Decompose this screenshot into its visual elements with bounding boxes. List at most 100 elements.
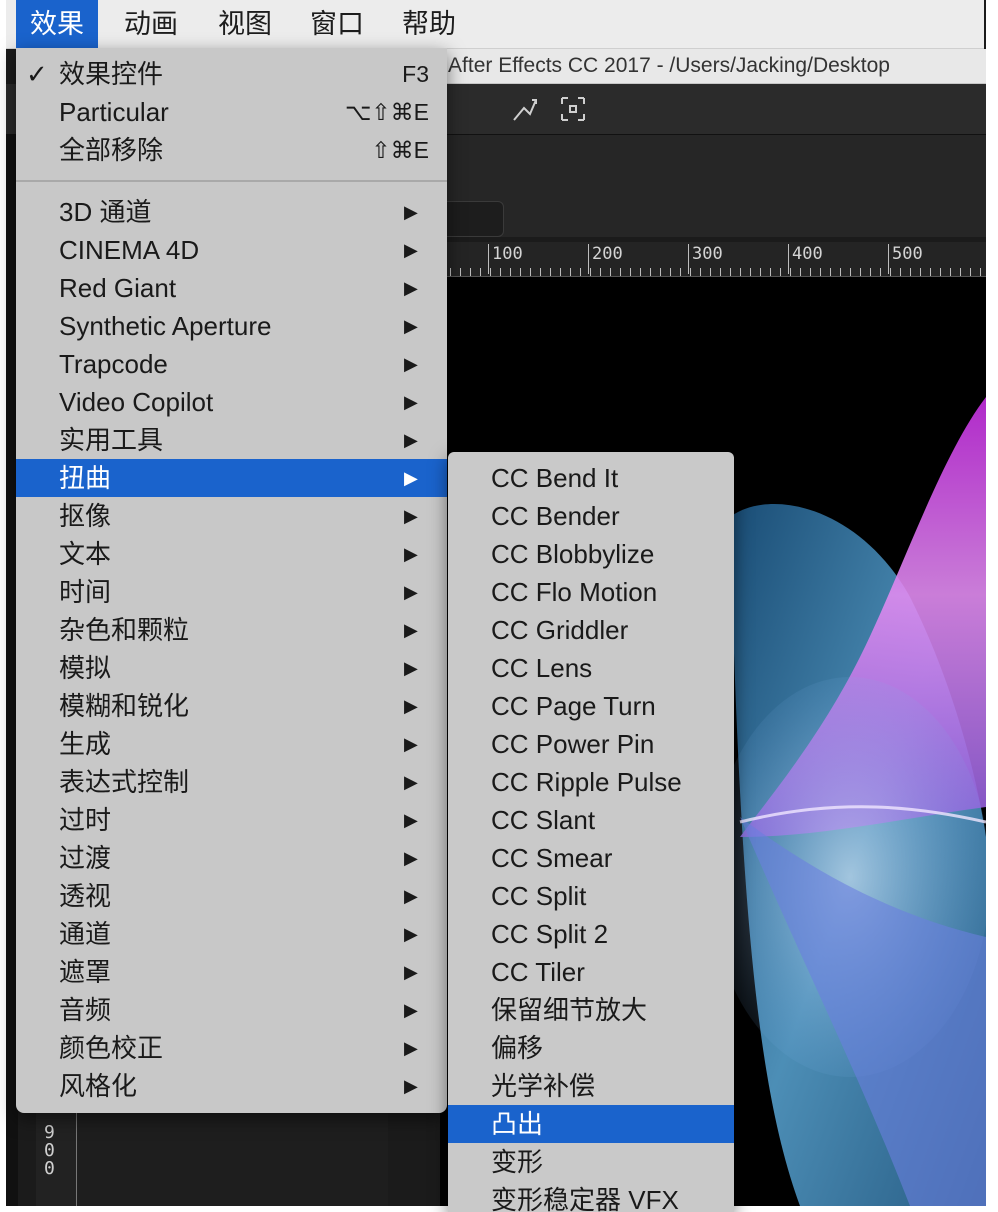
submenu-item-label: CC Smear bbox=[491, 843, 613, 873]
menu-item-label: CINEMA 4D bbox=[59, 235, 200, 265]
menu-item-label: 时间 bbox=[59, 577, 112, 607]
menu-label: 动画 bbox=[124, 9, 178, 39]
menu-item-label: 通道 bbox=[59, 919, 112, 949]
menu-item-label: 音频 bbox=[59, 995, 112, 1025]
submenu-arrow-icon: ▶ bbox=[404, 316, 418, 336]
menu-item-category[interactable]: 过渡 ▶ bbox=[16, 839, 447, 877]
menu-item-label: 过渡 bbox=[59, 843, 112, 873]
menu-label: 视图 bbox=[218, 9, 272, 39]
submenu-item[interactable]: CC Split 2 bbox=[448, 915, 734, 953]
submenu-arrow-icon: ▶ bbox=[404, 1076, 418, 1096]
menu-item-category[interactable]: 遮罩 ▶ bbox=[16, 953, 447, 991]
menu-item-category[interactable]: Video Copilot ▶ bbox=[16, 383, 447, 421]
menu-item-label: 杂色和颗粒 bbox=[59, 615, 190, 645]
submenu-arrow-icon: ▶ bbox=[404, 202, 418, 222]
menu-item-category[interactable]: Trapcode ▶ bbox=[16, 345, 447, 383]
menu-item-category[interactable]: 表达式控制 ▶ bbox=[16, 763, 447, 801]
menu-item-category[interactable]: Red Giant ▶ bbox=[16, 269, 447, 307]
menu-item-effect-controls[interactable]: ✓ 效果控件 F3 bbox=[16, 55, 447, 93]
submenu-item[interactable]: CC Smear bbox=[448, 839, 734, 877]
submenu-arrow-icon: ▶ bbox=[404, 924, 418, 944]
menu-item-label: Trapcode bbox=[59, 349, 168, 379]
submenu-item[interactable]: 偏移 bbox=[448, 1029, 734, 1067]
submenu-item-label: 光学补偿 bbox=[491, 1071, 596, 1101]
menu-effects[interactable]: 效果 bbox=[16, 0, 98, 48]
menu-item-label: 表达式控制 bbox=[59, 767, 190, 797]
pin-tool-icon[interactable] bbox=[510, 94, 540, 131]
submenu-item-label: CC Bend It bbox=[491, 463, 619, 493]
submenu-item[interactable]: CC Slant bbox=[448, 801, 734, 839]
menu-item-category[interactable]: 时间 ▶ bbox=[16, 573, 447, 611]
submenu-item[interactable]: CC Ripple Pulse bbox=[448, 763, 734, 801]
submenu-item[interactable]: 变形 bbox=[448, 1143, 734, 1181]
menu-animation[interactable]: 动画 bbox=[110, 0, 192, 48]
submenu-item[interactable]: CC Flo Motion bbox=[448, 573, 734, 611]
submenu-item[interactable]: 光学补偿 bbox=[448, 1067, 734, 1105]
menu-help[interactable]: 帮助 bbox=[388, 0, 470, 48]
menu-item-category[interactable]: 透视 ▶ bbox=[16, 877, 447, 915]
menu-item-category[interactable]: 通道 ▶ bbox=[16, 915, 447, 953]
submenu-item-bulge[interactable]: 凸出 bbox=[448, 1105, 734, 1143]
submenu-item-label: CC Blobbylize bbox=[491, 539, 655, 569]
menu-item-label: 生成 bbox=[59, 729, 112, 759]
menu-bar: 效果 动画 视图 窗口 帮助 bbox=[6, 0, 984, 49]
menu-item-category[interactable]: 音频 ▶ bbox=[16, 991, 447, 1029]
submenu-item[interactable]: 变形稳定器 VFX bbox=[448, 1181, 734, 1212]
snap-icon[interactable] bbox=[558, 94, 588, 131]
submenu-arrow-icon: ▶ bbox=[404, 506, 418, 526]
submenu-item[interactable]: CC Power Pin bbox=[448, 725, 734, 763]
menu-item-category[interactable]: 文本 ▶ bbox=[16, 535, 447, 573]
menu-item-category[interactable]: 风格化 ▶ bbox=[16, 1067, 447, 1105]
submenu-item[interactable]: CC Split bbox=[448, 877, 734, 915]
submenu-item[interactable]: CC Tiler bbox=[448, 953, 734, 991]
submenu-item[interactable]: CC Griddler bbox=[448, 611, 734, 649]
submenu-item[interactable]: CC Bender bbox=[448, 497, 734, 535]
submenu-item[interactable]: 保留细节放大 bbox=[448, 991, 734, 1029]
menu-item-category[interactable]: 生成 ▶ bbox=[16, 725, 447, 763]
menu-item-category[interactable]: 颜色校正 ▶ bbox=[16, 1029, 447, 1067]
effects-menu: ✓ 效果控件 F3 Particular ⌥⇧⌘E 全部移除 ⇧⌘E 3D 通道… bbox=[16, 48, 447, 1113]
menu-label: 窗口 bbox=[310, 9, 364, 39]
submenu-item[interactable]: CC Lens bbox=[448, 649, 734, 687]
menu-item-label: Red Giant bbox=[59, 273, 177, 303]
menu-label: 帮助 bbox=[402, 9, 456, 39]
submenu-arrow-icon: ▶ bbox=[404, 430, 418, 450]
submenu-arrow-icon: ▶ bbox=[404, 962, 418, 982]
menu-item-label: 风格化 bbox=[59, 1071, 138, 1101]
submenu-arrow-icon: ▶ bbox=[404, 240, 418, 260]
submenu-arrow-icon: ▶ bbox=[404, 278, 418, 298]
menu-item-label: 透视 bbox=[59, 881, 112, 911]
menu-item-category[interactable]: CINEMA 4D ▶ bbox=[16, 231, 447, 269]
submenu-item[interactable]: CC Page Turn bbox=[448, 687, 734, 725]
submenu-item-label: 保留细节放大 bbox=[491, 995, 648, 1025]
submenu-item-label: CC Griddler bbox=[491, 615, 629, 645]
menu-item-label: Synthetic Aperture bbox=[59, 311, 272, 341]
menu-item-distort[interactable]: 扭曲 ▶ bbox=[16, 459, 447, 497]
submenu-arrow-icon: ▶ bbox=[404, 468, 418, 488]
menu-item-category[interactable]: 杂色和颗粒 ▶ bbox=[16, 611, 447, 649]
vertical-ruler: 900 bbox=[36, 1112, 77, 1206]
submenu-item-label: CC Lens bbox=[491, 653, 593, 683]
menu-item-remove-all[interactable]: 全部移除 ⇧⌘E bbox=[16, 131, 447, 169]
vertical-ruler-label: 900 bbox=[44, 1122, 55, 1179]
menu-item-category[interactable]: 3D 通道 ▶ bbox=[16, 193, 447, 231]
menu-item-category[interactable]: 模糊和锐化 ▶ bbox=[16, 687, 447, 725]
submenu-arrow-icon: ▶ bbox=[404, 772, 418, 792]
menu-item-particular[interactable]: Particular ⌥⇧⌘E bbox=[16, 93, 447, 131]
menu-item-category[interactable]: Synthetic Aperture ▶ bbox=[16, 307, 447, 345]
menu-item-category[interactable]: 模拟 ▶ bbox=[16, 649, 447, 687]
submenu-item-label: CC Split 2 bbox=[491, 919, 609, 949]
menu-view[interactable]: 视图 bbox=[204, 0, 286, 48]
submenu-item[interactable]: CC Bend It bbox=[448, 459, 734, 497]
submenu-item-label: CC Page Turn bbox=[491, 691, 656, 721]
menu-item-label: 颜色校正 bbox=[59, 1033, 164, 1063]
window-title: pe After Effects CC 2017 - /Users/Jackin… bbox=[420, 49, 986, 84]
submenu-item[interactable]: CC Blobbylize bbox=[448, 535, 734, 573]
menu-item-category[interactable]: 实用工具 ▶ bbox=[16, 421, 447, 459]
submenu-arrow-icon: ▶ bbox=[404, 392, 418, 412]
submenu-item-label: CC Power Pin bbox=[491, 729, 655, 759]
menu-item-category[interactable]: 过时 ▶ bbox=[16, 801, 447, 839]
menu-window[interactable]: 窗口 bbox=[296, 0, 378, 48]
menu-item-category[interactable]: 抠像 ▶ bbox=[16, 497, 447, 535]
ruler-ticks bbox=[440, 268, 986, 276]
